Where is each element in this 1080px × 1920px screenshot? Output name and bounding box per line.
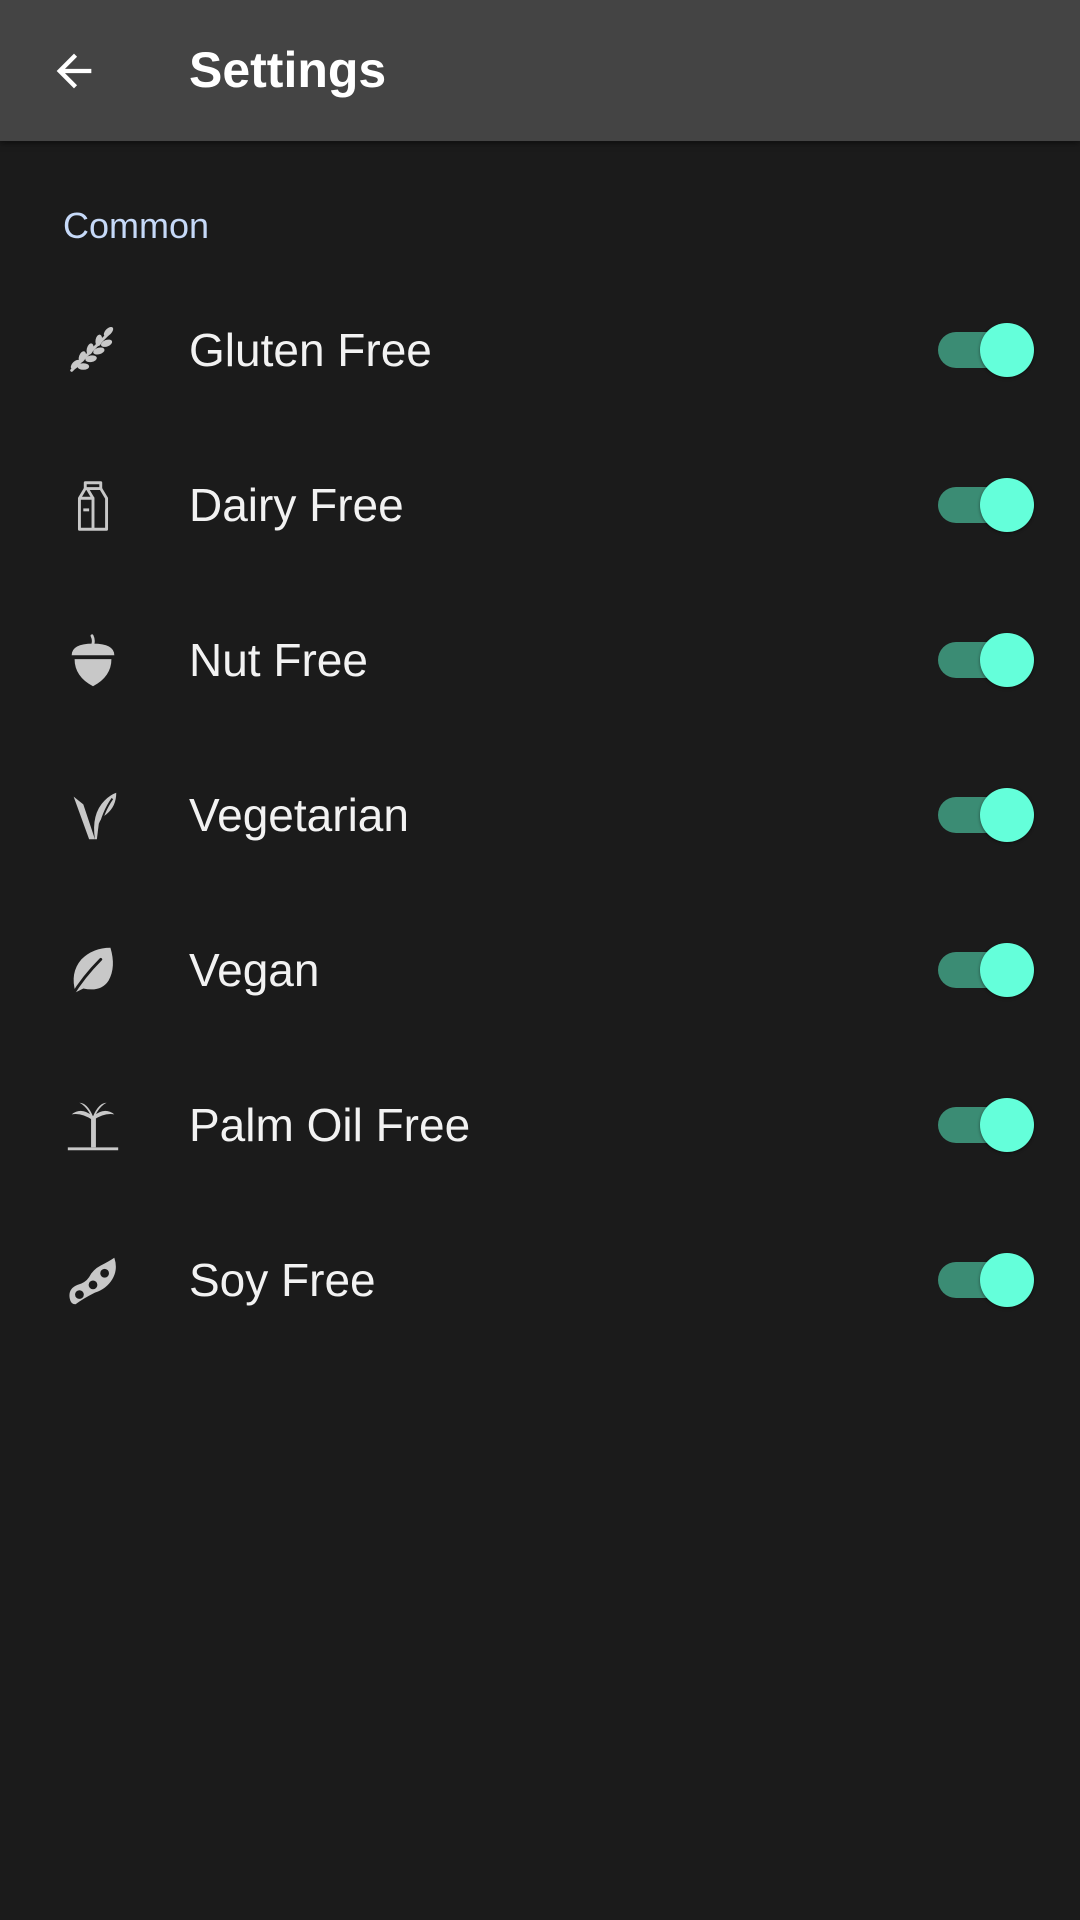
setting-label: Dairy Free (189, 479, 404, 531)
setting-row-vegan[interactable]: Vegan (0, 893, 1080, 1048)
setting-row-soy-free[interactable]: Soy Free (0, 1203, 1080, 1358)
soybean-icon (69, 1257, 116, 1305)
section-header-common: Common (63, 205, 210, 246)
setting-label: Vegetarian (189, 789, 409, 841)
settings-screen: Settings Common Gluten Free Dairy Free N… (0, 0, 1080, 1920)
gluten-free-toggle[interactable] (936, 323, 1034, 377)
setting-row-palm-oil-free[interactable]: Palm Oil Free (0, 1048, 1080, 1203)
leaf-icon (70, 947, 113, 998)
setting-label: Gluten Free (189, 324, 432, 376)
acorn-icon (71, 634, 115, 687)
palm-tree-icon (67, 1102, 119, 1151)
settings-list: Gluten Free Dairy Free Nut Free Vegetari… (0, 273, 1080, 1358)
setting-row-gluten-free[interactable]: Gluten Free (0, 273, 1080, 428)
setting-row-nut-free[interactable]: Nut Free (0, 583, 1080, 738)
setting-label: Vegan (189, 944, 320, 996)
setting-label: Palm Oil Free (189, 1099, 471, 1151)
setting-row-dairy-free[interactable]: Dairy Free (0, 428, 1080, 583)
wheat-icon (70, 326, 114, 372)
vegan-toggle[interactable] (936, 943, 1034, 997)
soy-free-toggle[interactable] (936, 1253, 1034, 1307)
sprout-icon (73, 792, 117, 840)
vegetarian-toggle[interactable] (936, 788, 1034, 842)
setting-row-vegetarian[interactable]: Vegetarian (0, 738, 1080, 893)
dairy-free-toggle[interactable] (936, 478, 1034, 532)
back-button[interactable] (42, 39, 106, 103)
milk-carton-icon (77, 481, 109, 531)
setting-label: Nut Free (189, 634, 368, 686)
nut-free-toggle[interactable] (936, 633, 1034, 687)
app-bar: Settings (0, 0, 1080, 141)
page-title: Settings (189, 42, 387, 98)
arrow-back-icon (56, 53, 92, 89)
setting-label: Soy Free (189, 1254, 376, 1306)
palm-oil-free-toggle[interactable] (936, 1098, 1034, 1152)
